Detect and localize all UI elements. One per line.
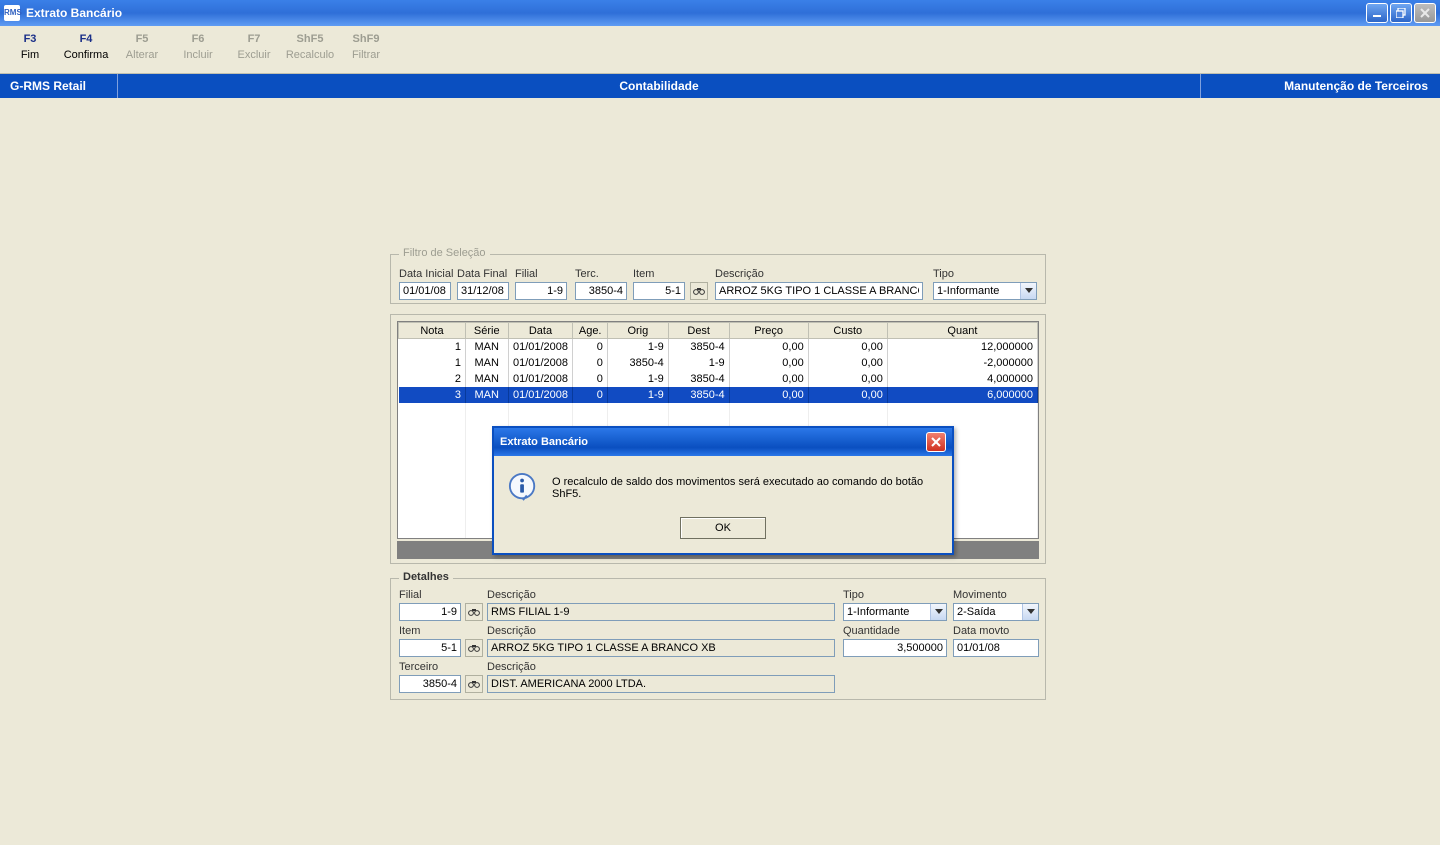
col-dest[interactable]: Dest bbox=[668, 323, 729, 339]
app-icon: RMS bbox=[4, 5, 20, 21]
input-det-item[interactable] bbox=[399, 639, 461, 657]
title-bar: RMS Extrato Bancário bbox=[0, 0, 1440, 26]
input-item[interactable] bbox=[633, 282, 685, 300]
label-det-data-movto: Data movto bbox=[953, 625, 1009, 637]
ok-button[interactable]: OK bbox=[680, 517, 766, 539]
col-orig[interactable]: Orig bbox=[607, 323, 668, 339]
label-tipo: Tipo bbox=[933, 268, 954, 280]
details-legend: Detalhes bbox=[399, 571, 453, 583]
col-nota[interactable]: Nota bbox=[399, 323, 466, 339]
input-det-terceiro[interactable] bbox=[399, 675, 461, 693]
label-det-filial: Filial bbox=[399, 589, 422, 601]
col-serie[interactable]: Série bbox=[465, 323, 508, 339]
table-row[interactable]: 3MAN01/01/200801-93850-40,000,006,000000 bbox=[399, 387, 1038, 403]
toolbar-item-alterar: F5Alterar bbox=[114, 30, 170, 64]
window-title: Extrato Bancário bbox=[26, 6, 1364, 20]
input-terc[interactable] bbox=[575, 282, 627, 300]
restore-button[interactable] bbox=[1390, 3, 1412, 23]
info-dialog: Extrato Bancário O recalculo de saldo do… bbox=[492, 426, 954, 555]
col-quant[interactable]: Quant bbox=[887, 323, 1037, 339]
filter-legend: Filtro de Seleção bbox=[399, 247, 490, 259]
input-data-final[interactable] bbox=[457, 282, 509, 300]
toolbar-item-confirma[interactable]: F4Confirma bbox=[58, 30, 114, 64]
minimize-button[interactable] bbox=[1366, 3, 1388, 23]
toolbar: F3FimF4ConfirmaF5AlterarF6IncluirF7Exclu… bbox=[0, 26, 1440, 74]
filter-group: Filtro de Seleção Data Inicial Data Fina… bbox=[390, 254, 1046, 304]
chevron-down-icon[interactable] bbox=[1022, 604, 1038, 620]
label-terc: Terc. bbox=[575, 268, 599, 280]
table-row[interactable]: 1MAN01/01/200801-93850-40,000,0012,00000… bbox=[399, 339, 1038, 355]
label-descricao: Descrição bbox=[715, 268, 764, 280]
combo-det-movimento-text: 2-Saída bbox=[954, 606, 1022, 618]
toolbar-item-incluir: F6Incluir bbox=[170, 30, 226, 64]
input-descricao[interactable] bbox=[715, 282, 923, 300]
input-det-item-desc bbox=[487, 639, 835, 657]
toolbar-item-fim[interactable]: F3Fim bbox=[2, 30, 58, 64]
combo-tipo-text: 1-Informante bbox=[934, 285, 1020, 297]
table-row[interactable]: 2MAN01/01/200801-93850-40,000,004,000000 bbox=[399, 371, 1038, 387]
chevron-down-icon[interactable] bbox=[1020, 283, 1036, 299]
col-custo[interactable]: Custo bbox=[808, 323, 887, 339]
col-preco[interactable]: Preço bbox=[729, 323, 808, 339]
dialog-close-button[interactable] bbox=[926, 432, 946, 452]
toolbar-item-excluir: F7Excluir bbox=[226, 30, 282, 64]
label-det-item: Item bbox=[399, 625, 420, 637]
table-row[interactable]: 1MAN01/01/200803850-41-90,000,00-2,00000… bbox=[399, 355, 1038, 371]
combo-det-tipo-text: 1-Informante bbox=[844, 606, 930, 618]
label-det-movimento: Movimento bbox=[953, 589, 1007, 601]
chevron-down-icon[interactable] bbox=[930, 604, 946, 620]
section-header: G-RMS Retail Contabilidade Manutenção de… bbox=[0, 74, 1440, 98]
dialog-title-bar: Extrato Bancário bbox=[494, 428, 952, 456]
dialog-title: Extrato Bancário bbox=[500, 436, 926, 448]
label-det-descricao1: Descrição bbox=[487, 589, 536, 601]
label-item: Item bbox=[633, 268, 654, 280]
table-row bbox=[399, 403, 1038, 419]
details-group: Detalhes Filial Descrição Tipo 1-Informa… bbox=[390, 578, 1046, 700]
label-det-tipo: Tipo bbox=[843, 589, 864, 601]
input-filial[interactable] bbox=[515, 282, 567, 300]
label-det-quantidade: Quantidade bbox=[843, 625, 900, 637]
toolbar-item-recalculo: ShF5Recalculo bbox=[282, 30, 338, 64]
label-det-descricao2: Descrição bbox=[487, 625, 536, 637]
combo-det-movimento[interactable]: 2-Saída bbox=[953, 603, 1039, 621]
combo-tipo[interactable]: 1-Informante bbox=[933, 282, 1037, 300]
input-det-filial-desc bbox=[487, 603, 835, 621]
label-filial: Filial bbox=[515, 268, 538, 280]
input-det-terceiro-desc bbox=[487, 675, 835, 693]
input-det-data-movto[interactable] bbox=[953, 639, 1039, 657]
input-data-inicial[interactable] bbox=[399, 282, 451, 300]
label-data-inicial: Data Inicial bbox=[399, 268, 453, 280]
binoculars-icon[interactable] bbox=[465, 639, 483, 657]
binoculars-icon[interactable] bbox=[465, 675, 483, 693]
section-left: G-RMS Retail bbox=[0, 74, 118, 98]
section-center: Contabilidade bbox=[118, 79, 1200, 93]
binoculars-icon[interactable] bbox=[690, 282, 708, 300]
col-age[interactable]: Age. bbox=[573, 323, 607, 339]
binoculars-icon[interactable] bbox=[465, 603, 483, 621]
section-right: Manutenção de Terceiros bbox=[1200, 74, 1440, 98]
combo-det-tipo[interactable]: 1-Informante bbox=[843, 603, 947, 621]
col-data[interactable]: Data bbox=[508, 323, 573, 339]
label-data-final: Data Final bbox=[457, 268, 507, 280]
label-det-descricao3: Descrição bbox=[487, 661, 536, 673]
close-button[interactable] bbox=[1414, 3, 1436, 23]
input-det-quantidade[interactable] bbox=[843, 639, 947, 657]
input-det-filial[interactable] bbox=[399, 603, 461, 621]
info-icon bbox=[508, 472, 538, 505]
dialog-message: O recalculo de saldo dos movimentos será… bbox=[552, 472, 938, 500]
label-det-terceiro: Terceiro bbox=[399, 661, 438, 673]
toolbar-item-filtrar: ShF9Filtrar bbox=[338, 30, 394, 64]
